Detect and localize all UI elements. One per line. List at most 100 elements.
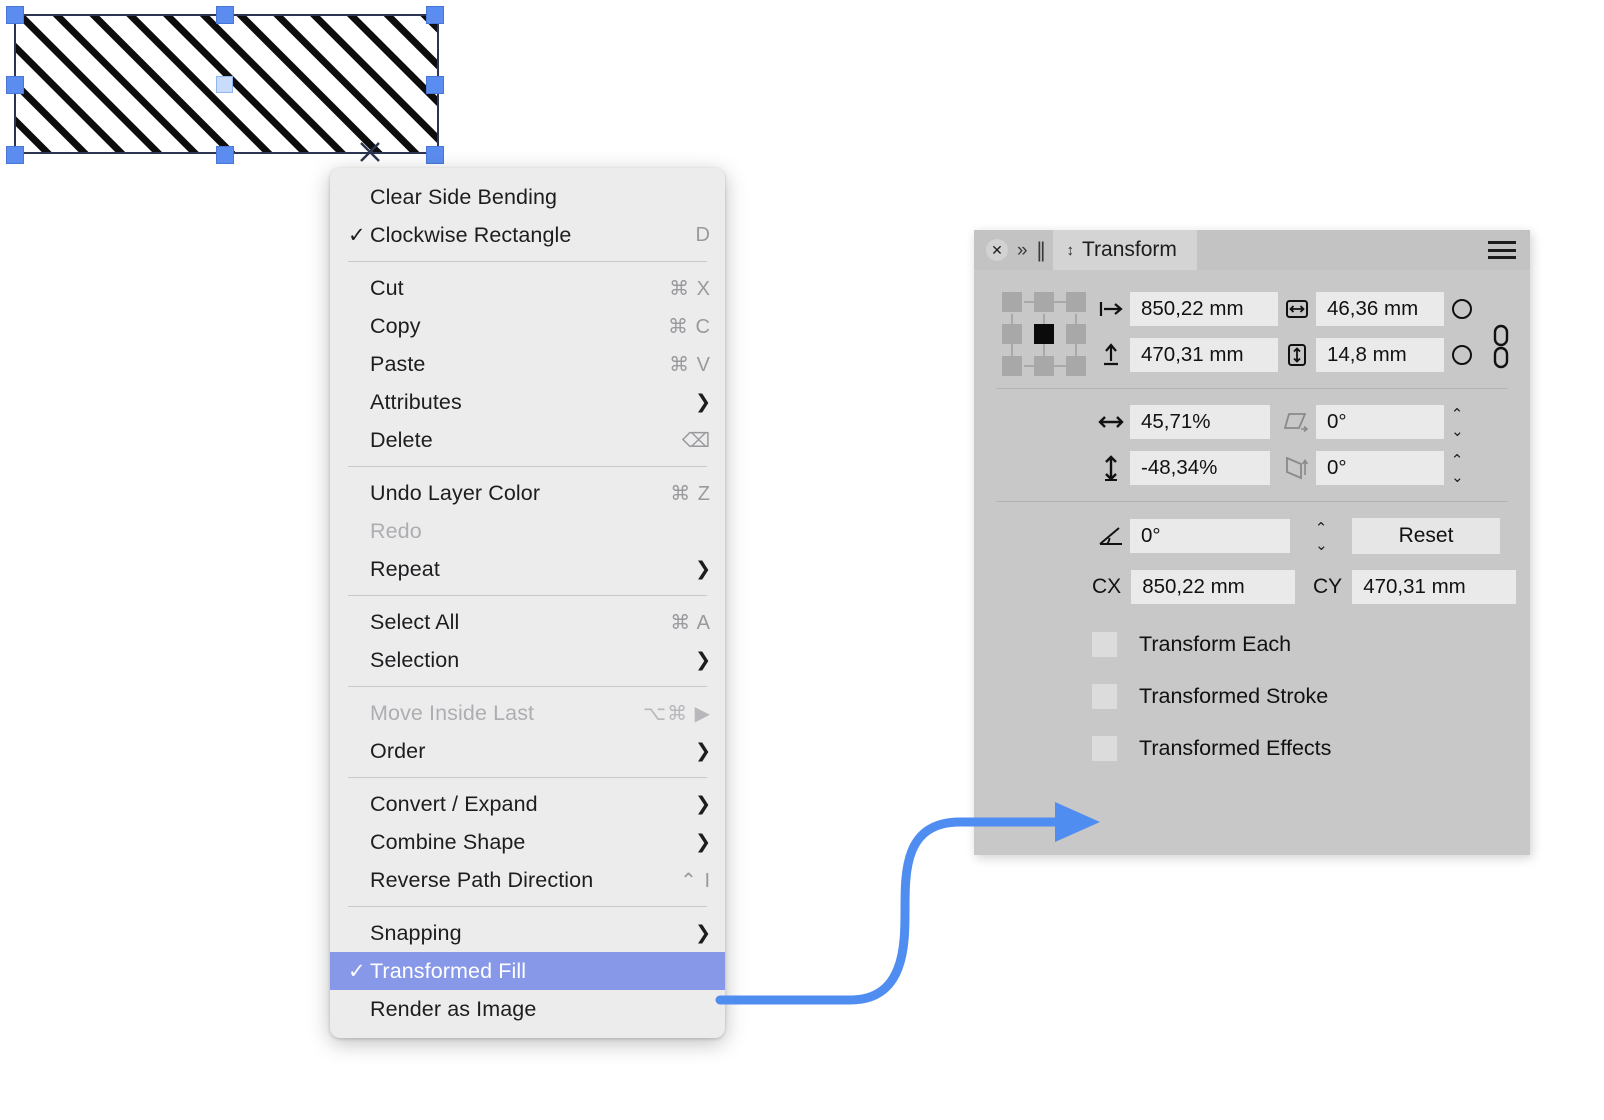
panel-titlebar[interactable]: ✕ » || ↕ Transform [974,230,1530,270]
tab-transform[interactable]: ↕ Transform [1052,230,1197,270]
selection-handle-bottom-right[interactable] [426,146,444,164]
skew-y-input[interactable]: 0° [1316,451,1444,485]
backspace-icon: ⌫ [681,429,711,452]
rotation-row: 0° ⌃ ⌃ Reset [1092,518,1516,554]
anchor-middle-left[interactable] [1002,324,1022,344]
grip-bars-icon[interactable]: || [1037,240,1046,261]
menu-item-label: Select All [370,609,460,634]
height-arrow-icon [1278,343,1316,367]
selection-handle-middle-left[interactable] [6,76,24,94]
menu-item-label: Repeat [370,556,440,581]
selection-handle-top-center[interactable] [216,6,234,24]
menu-item-select-all[interactable]: Select All ⌘ A [330,603,725,641]
selection-handle-center-anchor[interactable] [216,76,233,93]
menu-item-selection[interactable]: Selection ❯ [330,641,725,679]
horizontal-arrow-icon [1092,413,1130,431]
double-chevron-right-icon[interactable]: » [1017,241,1028,260]
menu-item-label: Order [370,738,426,763]
transform-panel: ✕ » || ↕ Transform 850,22 mm 46,36 mm 47… [974,230,1530,855]
menu-item-render-as-image[interactable]: Render as Image [330,990,725,1028]
anchor-middle-right[interactable] [1066,324,1086,344]
hamburger-menu-icon[interactable] [1488,241,1516,259]
menu-item-snapping[interactable]: Snapping ❯ [330,914,725,952]
selection-handle-bottom-left[interactable] [6,146,24,164]
width-input[interactable]: 46,36 mm [1316,292,1444,326]
canvas-selected-shape[interactable] [0,0,470,175]
menu-item-attributes[interactable]: Attributes ❯ [330,383,725,421]
anchor-top-left[interactable] [1002,292,1022,312]
cy-input[interactable]: 470,31 mm [1352,570,1516,604]
reset-button[interactable]: Reset [1352,518,1500,554]
menu-item-order[interactable]: Order ❯ [330,732,725,770]
menu-item-copy[interactable]: Copy ⌘ C [330,307,725,345]
angle-icon [1092,524,1130,548]
menu-item-label: Delete [370,427,433,452]
menu-item-label: Convert / Expand [370,791,538,816]
selection-handle-middle-right[interactable] [426,76,444,94]
skew-vertical-icon [1278,455,1316,481]
height-input[interactable]: 14,8 mm [1316,338,1444,372]
skew-y-stepper[interactable]: ⌃ ⌃ [1444,453,1470,483]
selection-handle-top-right[interactable] [426,6,444,24]
menu-item-clear-side-bending[interactable]: Clear Side Bending [330,178,725,216]
chevron-right-icon: ❯ [695,740,711,762]
anchor-top-right[interactable] [1066,292,1086,312]
skew-x-stepper[interactable]: ⌃ ⌃ [1444,407,1470,437]
selection-handle-bottom-center[interactable] [216,146,234,164]
scale-y-input[interactable]: -48,34% [1130,451,1270,485]
y-position-input[interactable]: 470,31 mm [1130,338,1278,372]
cx-input[interactable]: 850,22 mm [1131,570,1295,604]
menu-item-transformed-fill[interactable]: ✓ Transformed Fill [330,952,725,990]
menu-item-cut[interactable]: Cut ⌘ X [330,269,725,307]
menu-item-convert-expand[interactable]: Convert / Expand ❯ [330,785,725,823]
menu-item-label: Cut [370,275,404,300]
checkbox-label: Transformed Stroke [1139,683,1329,708]
chevron-right-icon: ❯ [695,793,711,815]
context-menu[interactable]: Clear Side Bending ✓ Clockwise Rectangle… [330,168,725,1038]
close-icon[interactable]: ✕ [986,239,1008,261]
width-lock-ring-icon[interactable] [1444,299,1480,319]
checkbox-row-transform-each[interactable]: Transform Each [974,618,1530,670]
x-position-input[interactable]: 850,22 mm [1130,292,1278,326]
updown-chevron-icon: ↕ [1066,241,1075,259]
up-align-arrow-icon [1092,343,1130,367]
anchor-top-center[interactable] [1034,292,1054,312]
menu-item-clockwise-rectangle[interactable]: ✓ Clockwise Rectangle D [330,216,725,254]
checkbox-label: Transform Each [1139,631,1292,656]
rotation-input[interactable]: 0° [1130,519,1290,553]
menu-item-undo-layer-color[interactable]: Undo Layer Color ⌘ Z [330,474,725,512]
menu-item-label: Snapping [370,920,462,945]
panel-body: 850,22 mm 46,36 mm 470,31 mm 14,8 mm 45,… [974,270,1530,774]
cx-label: CX [1092,575,1122,598]
transform-each-checkbox[interactable] [1092,631,1117,657]
menu-item-label: Attributes [370,389,462,414]
checkbox-row-transformed-effects[interactable]: Transformed Effects [974,722,1530,774]
scale-x-input[interactable]: 45,71% [1130,405,1270,439]
transformed-stroke-checkbox[interactable] [1092,683,1117,709]
menu-item-shortcut: ⌘ X [669,277,711,300]
rotation-stepper[interactable]: ⌃ ⌃ [1308,521,1334,551]
anchor-center[interactable] [1034,324,1054,344]
skew-x-input[interactable]: 0° [1316,405,1444,439]
transformed-effects-checkbox[interactable] [1092,735,1117,761]
cy-label: CY [1313,575,1343,598]
menu-item-label: Reverse Path Direction [370,867,594,892]
menu-item-combine-shape[interactable]: Combine Shape ❯ [330,823,725,861]
anchor-bottom-right[interactable] [1066,356,1086,376]
height-lock-ring-icon[interactable] [1444,345,1480,365]
menu-item-delete[interactable]: Delete ⌫ [330,421,725,459]
checkbox-label: Transformed Effects [1139,735,1332,760]
selection-handle-top-left[interactable] [6,6,24,24]
menu-item-paste[interactable]: Paste ⌘ V [330,345,725,383]
menu-item-shortcut: ⌥⌘ ▶ [643,702,711,725]
cursor-x-icon [360,142,380,162]
anchor-bottom-left[interactable] [1002,356,1022,376]
menu-item-label: Clockwise Rectangle [370,222,572,247]
checkbox-row-transformed-stroke[interactable]: Transformed Stroke [974,670,1530,722]
menu-item-repeat[interactable]: Repeat ❯ [330,550,725,588]
anchor-point-selector[interactable] [1002,292,1086,376]
chain-link-icon[interactable] [1488,322,1514,375]
menu-item-reverse-path-direction[interactable]: Reverse Path Direction ⌃ I [330,861,725,899]
panel-left-controls: ✕ » || [974,230,1046,270]
anchor-bottom-center[interactable] [1034,356,1054,376]
